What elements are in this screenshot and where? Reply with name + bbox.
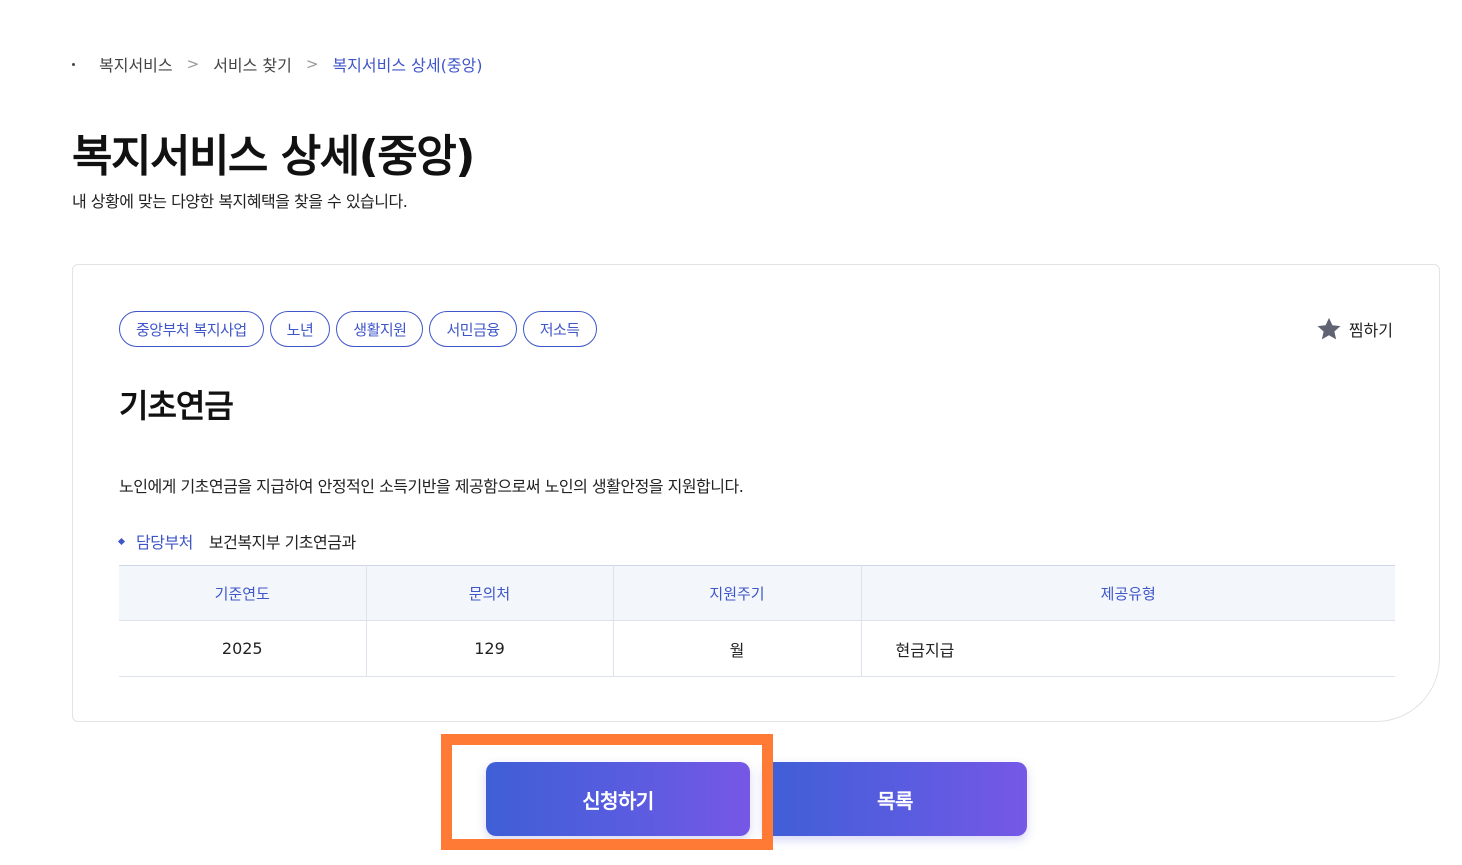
breadcrumb: 복지서비스 > 서비스 찾기 > 복지서비스 상세(중앙) [72, 52, 483, 76]
diamond-bullet-icon [117, 537, 126, 545]
header-support-cycle: 지원주기 [613, 565, 862, 621]
header-provision-type: 제공유형 [861, 565, 1395, 621]
bookmark-label: 찜하기 [1348, 321, 1393, 340]
apply-button[interactable]: 신청하기 [486, 762, 750, 836]
list-button[interactable]: 목록 [763, 762, 1027, 836]
service-info-table: 기준연도 문의처 지원주기 제공유형 2025 129 월 현금지급 [119, 565, 1395, 677]
chevron-right-icon: > [305, 55, 319, 73]
tag-low-income[interactable]: 저소득 [522, 311, 597, 347]
department-label: 담당부처 [136, 533, 193, 552]
service-name: 기초연금 [119, 387, 234, 425]
header-base-year: 기준연도 [119, 565, 367, 621]
header-contact: 문의처 [366, 565, 614, 621]
page: 복지서비스 > 서비스 찾기 > 복지서비스 상세(중앙) 복지서비스 상세(중… [0, 0, 1462, 865]
tag-elderly[interactable]: 노년 [269, 311, 331, 347]
breadcrumb-item-welfare-service[interactable]: 복지서비스 [99, 52, 173, 76]
tag-list: 중앙부처 복지사업 노년 생활지원 서민금융 저소득 [119, 311, 597, 347]
cell-support-cycle: 월 [613, 620, 862, 677]
page-subtitle: 내 상황에 맞는 다양한 복지혜택을 찾을 수 있습니다. [72, 192, 408, 211]
department-value: 보건복지부 기초연금과 [208, 533, 356, 552]
page-title: 복지서비스 상세(중앙) [72, 131, 475, 182]
star-icon [1317, 317, 1341, 340]
home-dot-icon [72, 62, 75, 66]
breadcrumb-item-find-service[interactable]: 서비스 찾기 [213, 52, 292, 76]
service-detail-card: 중앙부처 복지사업 노년 생활지원 서민금융 저소득 찜하기 기초연금 노인에게… [72, 264, 1440, 722]
department-info: 담당부처 보건복지부 기초연금과 [117, 529, 356, 553]
table-row: 2025 129 월 현금지급 [119, 620, 1395, 677]
chevron-right-icon: > [186, 55, 200, 73]
cell-base-year: 2025 [119, 620, 367, 677]
breadcrumb-item-current: 복지서비스 상세(중앙) [332, 56, 483, 75]
tag-living-support[interactable]: 생활지원 [336, 311, 424, 347]
tag-microfinance[interactable]: 서민금융 [429, 311, 517, 347]
bookmark-button[interactable]: 찜하기 [1315, 315, 1393, 343]
table-header-row: 기준연도 문의처 지원주기 제공유형 [119, 565, 1395, 621]
cell-provision-type: 현금지급 [861, 620, 1395, 677]
cell-contact: 129 [366, 620, 614, 677]
tag-central-welfare[interactable]: 중앙부처 복지사업 [119, 311, 264, 347]
service-description: 노인에게 기초연금을 지급하여 안정적인 소득기반을 제공함으로써 노인의 생활… [119, 477, 744, 496]
